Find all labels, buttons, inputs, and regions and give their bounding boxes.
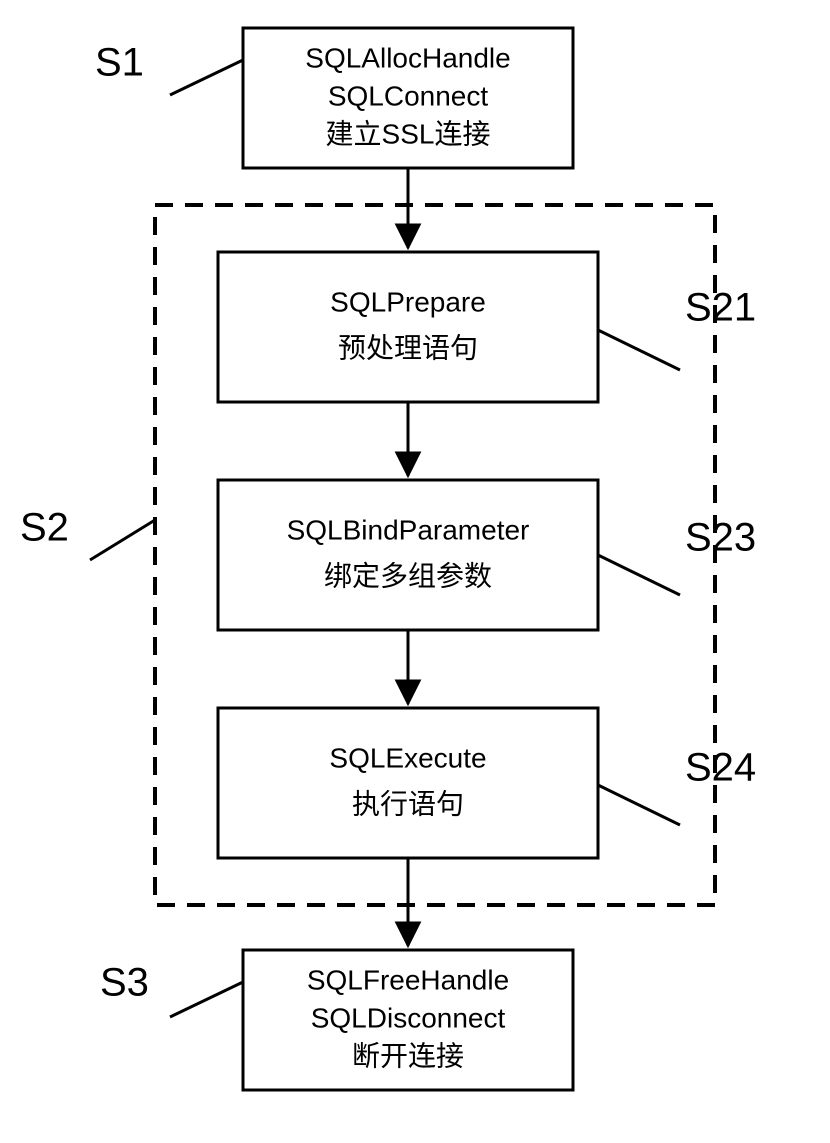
node-s23: SQLBindParameter 绑定多组参数 bbox=[218, 480, 598, 630]
node-s24-line1: SQLExecute bbox=[329, 742, 486, 773]
node-s21-line2: 预处理语句 bbox=[338, 332, 478, 363]
leader-s23 bbox=[598, 555, 680, 595]
label-s21: S21 bbox=[685, 286, 756, 330]
node-s23-line2: 绑定多组参数 bbox=[324, 560, 492, 591]
leader-s24 bbox=[598, 785, 680, 825]
node-s3-line3: 断开连接 bbox=[352, 1040, 464, 1071]
node-s1-line2: SQLConnect bbox=[328, 80, 489, 111]
label-s2: S2 bbox=[20, 506, 69, 550]
leader-s2 bbox=[90, 520, 155, 560]
node-s24: SQLExecute 执行语句 bbox=[218, 708, 598, 858]
node-s3-line1: SQLFreeHandle bbox=[307, 964, 509, 995]
label-s3: S3 bbox=[100, 961, 149, 1005]
node-s1-line3: 建立SSL连接 bbox=[326, 118, 491, 149]
node-s23-line1: SQLBindParameter bbox=[287, 514, 530, 545]
node-s3: SQLFreeHandle SQLDisconnect 断开连接 bbox=[243, 950, 573, 1090]
node-s1: SQLAllocHandle SQLConnect 建立SSL连接 bbox=[243, 28, 573, 168]
node-s3-line2: SQLDisconnect bbox=[311, 1002, 506, 1033]
node-s21: SQLPrepare 预处理语句 bbox=[218, 252, 598, 402]
flowchart: SQLAllocHandle SQLConnect 建立SSL连接 S1 S2 … bbox=[0, 0, 830, 1143]
node-s1-line1: SQLAllocHandle bbox=[305, 42, 510, 73]
node-s21-line1: SQLPrepare bbox=[330, 286, 486, 317]
label-s1: S1 bbox=[95, 41, 144, 85]
label-s24: S24 bbox=[685, 746, 756, 790]
label-s23: S23 bbox=[685, 516, 756, 560]
leader-s21 bbox=[598, 330, 680, 370]
node-s24-line2: 执行语句 bbox=[352, 788, 464, 819]
leader-s3 bbox=[170, 982, 243, 1017]
leader-s1 bbox=[170, 60, 243, 95]
